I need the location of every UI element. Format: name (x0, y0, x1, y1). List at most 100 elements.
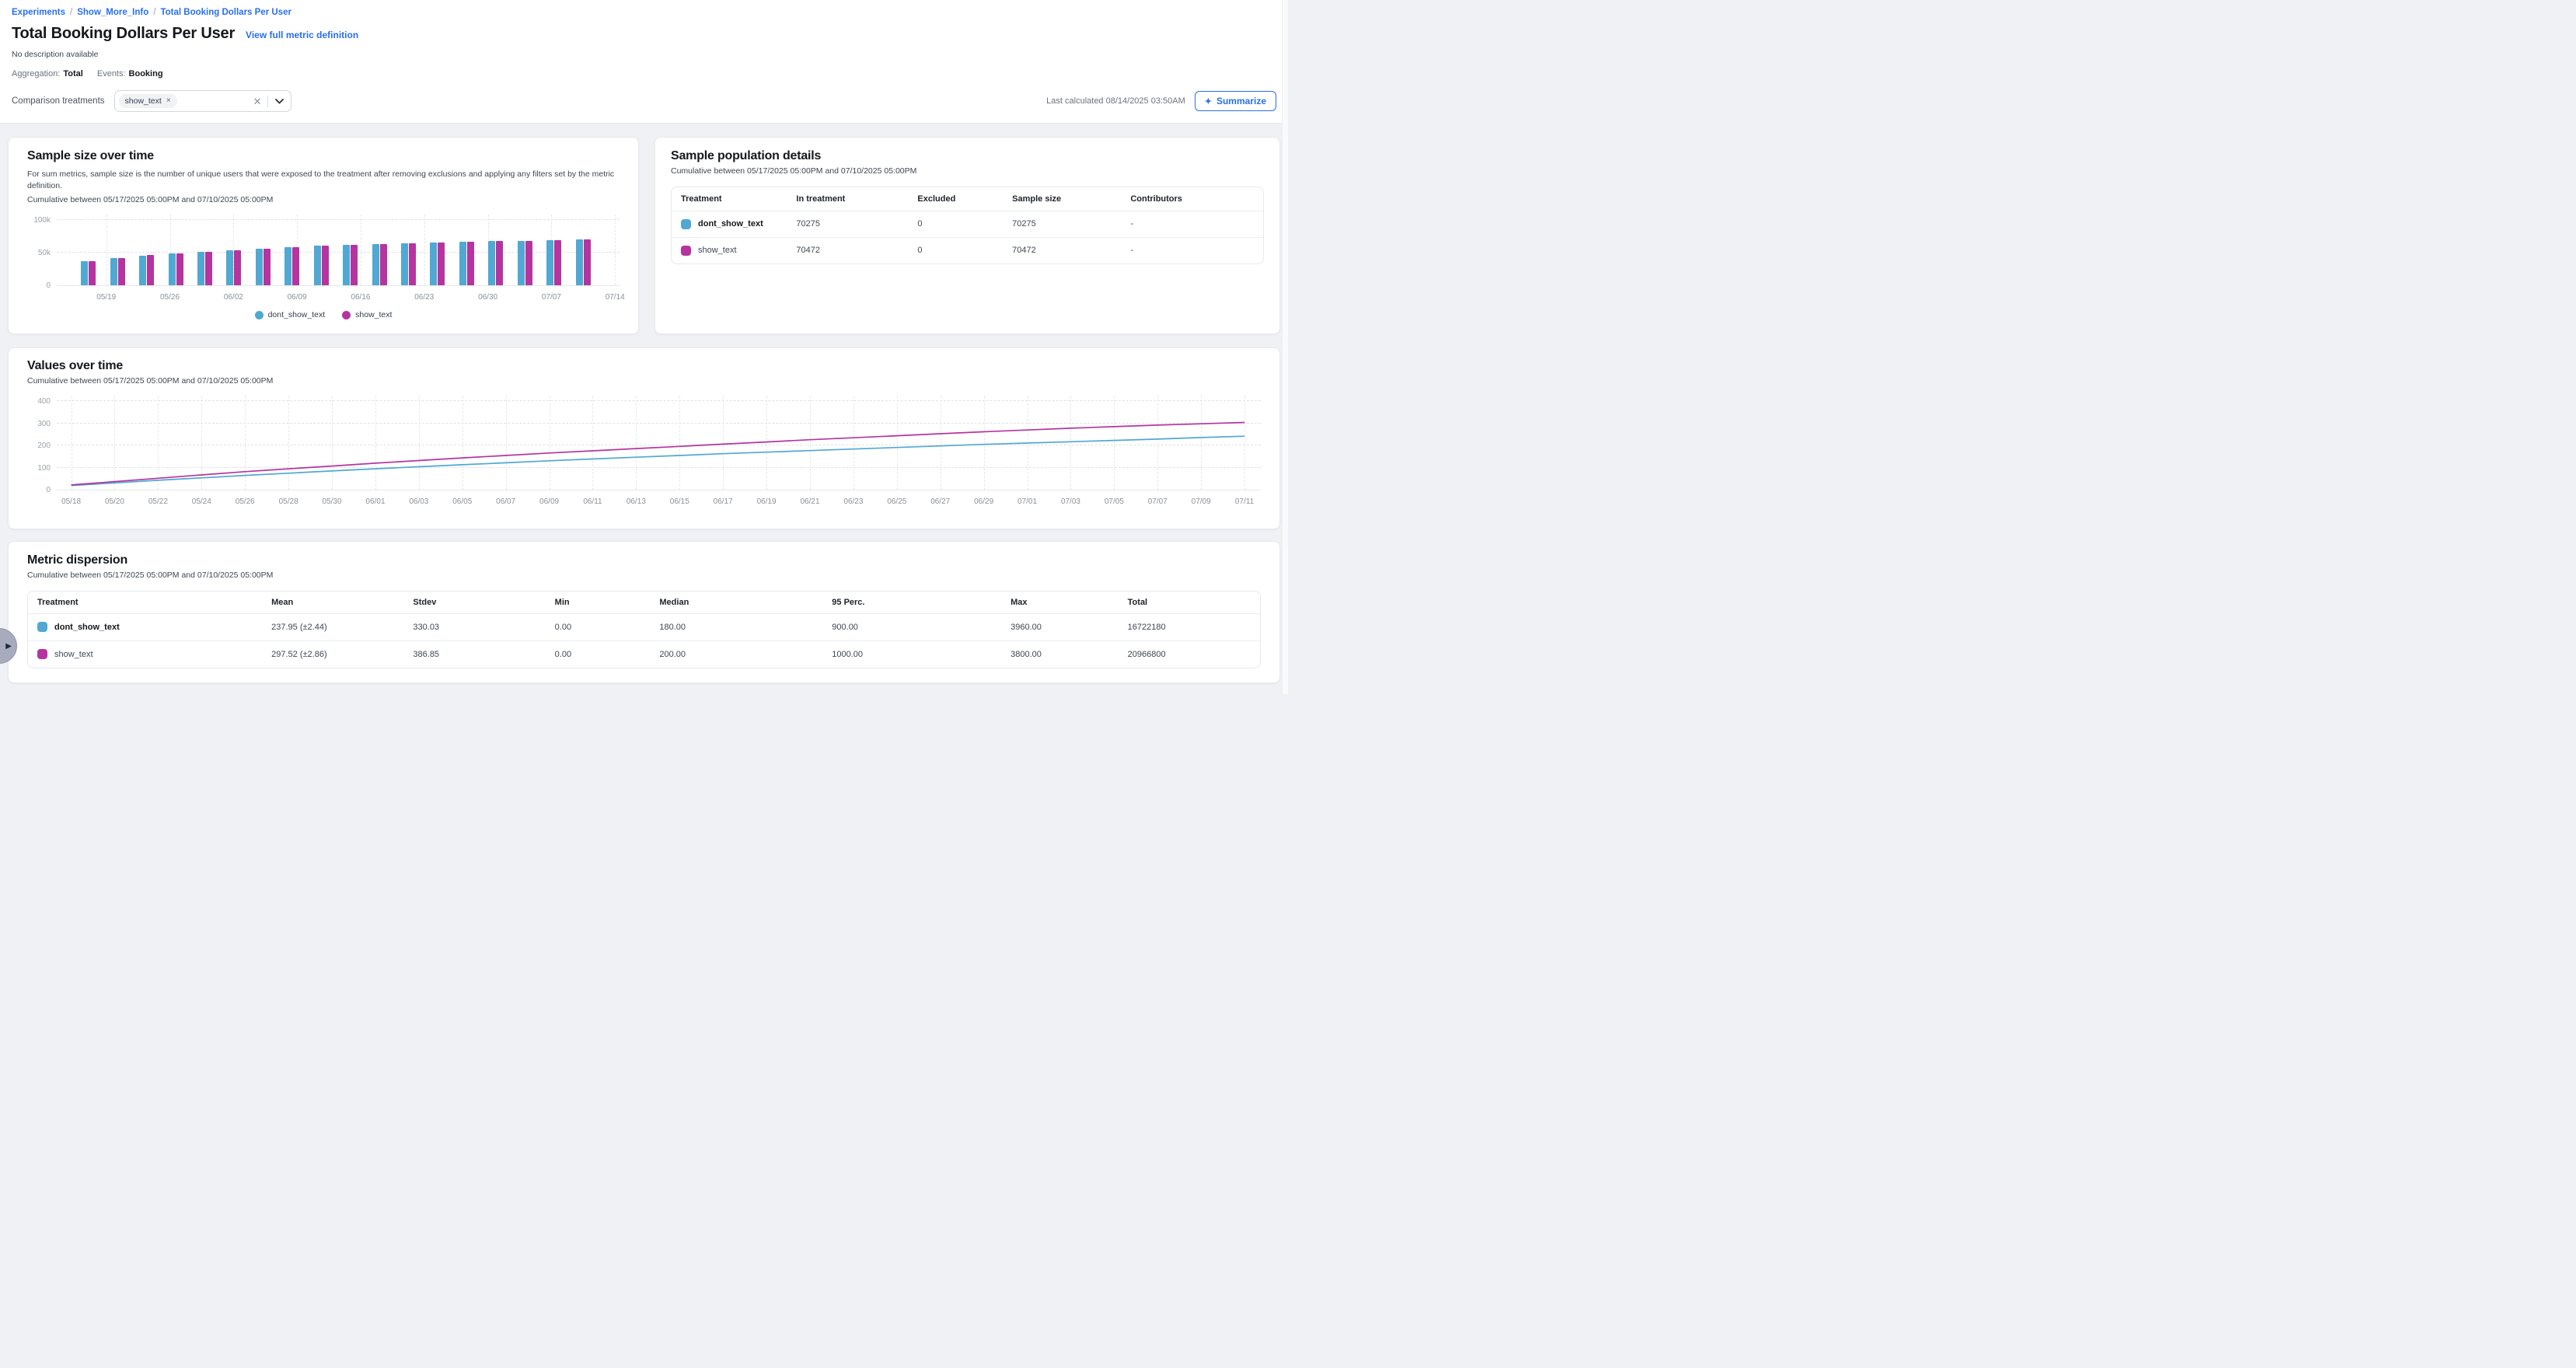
events-label: Events: (97, 69, 126, 79)
axis-tick-label: 05/26 (160, 293, 180, 302)
values-x-axis: 05/1805/2005/2205/2405/2605/2805/3006/01… (57, 490, 1261, 509)
table-cell: 386.85 (403, 640, 545, 668)
axis-tick-label: 06/29 (974, 497, 993, 506)
sample-size-y-axis: 050k100k (27, 215, 57, 286)
table-cell: 1000.00 (822, 640, 1001, 668)
aggregation-value: Total (63, 69, 82, 79)
main-content: Sample size over time For sum metrics, s… (0, 124, 1288, 694)
legend-label: dont_show_text (268, 310, 326, 319)
axis-tick-label: 07/14 (606, 293, 625, 302)
axis-tick-label: 06/16 (351, 293, 370, 302)
treatment-name: show_text (698, 246, 737, 255)
dispersion-body: dont_show_text237.95 (±2.44)330.030.0018… (28, 613, 1260, 668)
toolbar: Comparison treatments show_text × ✕ Last… (11, 90, 1277, 123)
axis-tick-label: 06/19 (757, 497, 777, 506)
legend-item[interactable]: dont_show_text (255, 310, 326, 319)
bar-dont_show_text (139, 256, 146, 286)
axis-tick-label: 0 (46, 486, 51, 494)
axis-tick-label: 50k (38, 249, 51, 257)
breadcrumb-experiment-name[interactable]: Show_More_Info (77, 8, 148, 17)
bar-dont_show_text (546, 240, 553, 285)
summarize-button-label: Summarize (1216, 96, 1266, 106)
table-cell: 200.00 (650, 640, 822, 668)
gridline (424, 215, 425, 285)
bar-show_text (351, 245, 358, 286)
values-y-axis: 0100200300400 (27, 396, 57, 490)
bar-show_text (264, 249, 271, 286)
breadcrumb-experiments[interactable]: Experiments (12, 8, 65, 17)
gridline (57, 219, 620, 220)
axis-tick-label: 05/26 (236, 497, 255, 506)
values-title: Values over time (27, 359, 1261, 373)
sample-population-title: Sample population details (671, 149, 1264, 163)
table-cell: 20966800 (1119, 640, 1260, 668)
chevron-down-icon[interactable] (274, 95, 286, 107)
last-calculated-text: Last calculated 08/14/2025 03:50AM (1046, 96, 1185, 106)
treatment-name-wrap: show_text (37, 649, 256, 659)
bar-dont_show_text (169, 253, 176, 285)
axis-tick-label: 07/07 (542, 293, 561, 302)
scrollbar[interactable] (1282, 0, 1288, 694)
sample-size-legend: dont_show_text show_text (27, 310, 620, 319)
bar-dont_show_text (81, 261, 88, 286)
axis-tick-label: 06/05 (452, 497, 472, 506)
axis-tick-label: 05/30 (323, 497, 342, 506)
column-header: Stdev (403, 592, 545, 613)
sample-size-description: For sum metrics, sample size is the numb… (27, 169, 620, 192)
bar-pair (459, 242, 474, 286)
bar-dont_show_text (430, 243, 437, 286)
axis-tick-label: 06/13 (627, 497, 646, 506)
axis-tick-label: 05/28 (279, 497, 298, 506)
treatment-name-wrap: dont_show_text (37, 622, 256, 632)
expand-arrow-icon: ▶ (5, 642, 12, 651)
sample-population-card: Sample population details Cumulative bet… (654, 137, 1280, 334)
dispersion-title: Metric dispersion (27, 553, 1261, 567)
bar-dont_show_text (372, 244, 379, 286)
metric-dispersion-card: Metric dispersion Cumulative between 05/… (8, 541, 1280, 683)
table-cell: - (1121, 237, 1263, 263)
sample-size-card: Sample size over time For sum metrics, s… (8, 137, 639, 334)
bar-dont_show_text (197, 252, 204, 285)
axis-tick-label: 05/22 (148, 497, 168, 506)
bar-dont_show_text (110, 258, 117, 285)
summarize-button[interactable]: ✦ Summarize (1195, 91, 1276, 111)
column-header: Total (1119, 592, 1260, 613)
axis-tick-label: 300 (37, 420, 51, 428)
bar-pair (169, 253, 183, 285)
table-cell: 180.00 (650, 613, 822, 640)
treatment-name-wrap: show_text (681, 246, 780, 256)
aggregation-label: Aggregation: (12, 69, 60, 79)
table-cell: 70472 (1003, 237, 1121, 263)
bar-show_text (89, 261, 96, 286)
view-metric-definition-link[interactable]: View full metric definition (246, 30, 358, 40)
axis-tick-label: 06/09 (539, 497, 559, 506)
select-clear-icon[interactable]: ✕ (253, 96, 262, 106)
treatment-cell: show_text (28, 640, 262, 668)
bar-pair (110, 258, 125, 285)
table-cell: 0.00 (546, 613, 651, 640)
population-body: dont_show_text70275070275-show_text70472… (672, 211, 1263, 263)
treatment-cell: dont_show_text (28, 613, 262, 640)
treatment-color-swatch (37, 622, 47, 632)
comparison-treatments-select[interactable]: show_text × ✕ (114, 90, 291, 112)
axis-tick-label: 06/11 (583, 497, 602, 506)
bar-dont_show_text (256, 249, 263, 286)
select-divider (267, 96, 268, 107)
axis-tick-label: 07/03 (1061, 497, 1080, 506)
bar-dont_show_text (459, 242, 466, 285)
treatment-chip-label: show_text (125, 96, 162, 106)
dispersion-header-row: TreatmentMeanStdevMinMedian95 Perc.MaxTo… (28, 592, 1260, 613)
legend-dot (255, 311, 264, 319)
legend-item[interactable]: show_text (342, 310, 392, 319)
sample-population-table: TreatmentIn treatmentExcludedSample size… (672, 187, 1263, 263)
chip-remove-icon[interactable]: × (166, 97, 171, 105)
bar-pair (226, 250, 241, 286)
treatment-chip[interactable]: show_text × (119, 94, 177, 108)
bar-show_text (467, 242, 474, 286)
column-header: Sample size (1003, 187, 1121, 211)
sparkles-icon: ✦ (1205, 96, 1212, 106)
treatment-color-swatch (37, 649, 47, 659)
events-value: Booking (129, 69, 163, 79)
values-lines (57, 396, 1261, 490)
breadcrumb-metric-name[interactable]: Total Booking Dollars Per User (160, 8, 291, 17)
